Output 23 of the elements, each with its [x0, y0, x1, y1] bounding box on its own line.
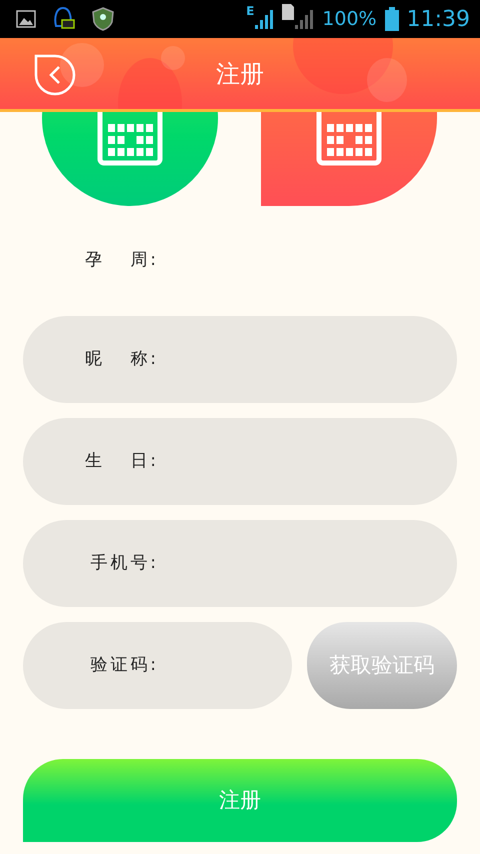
input-field[interactable]: 生 日: [23, 418, 457, 505]
signal-icon [294, 8, 314, 30]
field-label: 生 日: [84, 450, 159, 473]
sim-icon [282, 4, 294, 20]
back-button[interactable] [34, 54, 76, 96]
battery-icon [384, 7, 399, 31]
input-field[interactable]: 验证码: [23, 622, 292, 709]
field-label: 手机号: [89, 552, 159, 575]
chat-icon [52, 6, 76, 32]
battery-percentage: 100% [322, 6, 377, 32]
page-title: 注册 [216, 58, 264, 90]
clock: 11:39 [406, 6, 470, 34]
network-label: E [246, 3, 254, 20]
input-field[interactable]: 昵 称: [23, 316, 457, 403]
image-icon [16, 10, 36, 28]
calendar-icon [316, 112, 382, 168]
signal-icon [254, 8, 274, 30]
calendar-icon [97, 112, 163, 168]
input-field[interactable]: 手机号: [23, 520, 457, 607]
shield-icon [92, 7, 114, 31]
field-label: 昵 称: [84, 348, 159, 371]
field-label: 验证码: [89, 654, 159, 677]
field-label: 孕 周: [84, 249, 159, 272]
